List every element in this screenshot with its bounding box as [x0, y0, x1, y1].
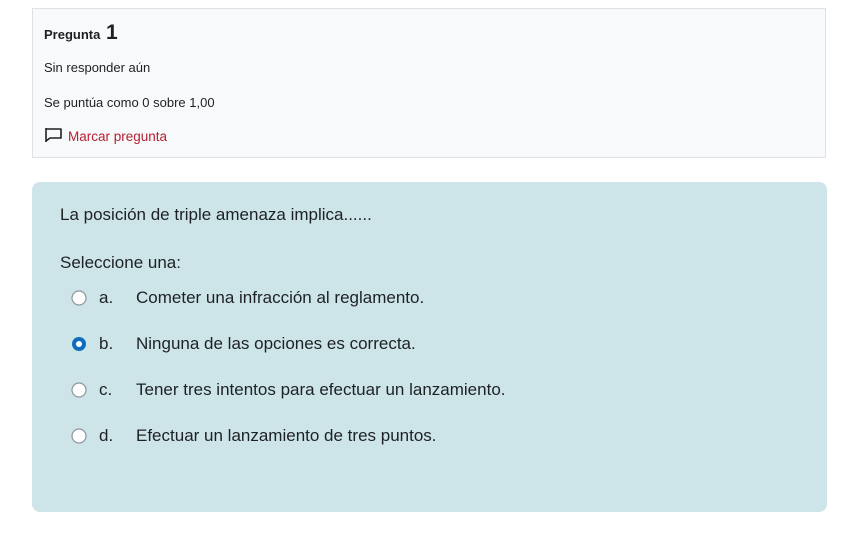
question-heading-label: Pregunta: [44, 27, 101, 42]
answer-text: Cometer una infracción al reglamento.: [136, 288, 425, 307]
question-state: Sin responder aún: [44, 60, 151, 75]
question-grade: Se puntúa como 0 sobre 1,00: [44, 95, 215, 110]
answer-letter: a.: [99, 288, 114, 307]
question-heading: Pregunta 1: [44, 21, 814, 45]
radio-button-icon[interactable]: [71, 290, 87, 306]
radio-button-icon[interactable]: [71, 336, 87, 352]
radio-button-icon[interactable]: [71, 428, 87, 444]
answer-option-b[interactable]: b. Ninguna de las opciones es correcta.: [60, 332, 799, 356]
answer-list: a. Cometer una infracción al reglamento.…: [60, 286, 799, 448]
answer-prompt: Seleccione una:: [60, 253, 181, 272]
radio-button-icon[interactable]: [71, 382, 87, 398]
question-info-panel: Pregunta 1 Sin responder aún Se puntúa c…: [32, 8, 826, 158]
answer-option-c[interactable]: c. Tener tres intentos para efectuar un …: [60, 378, 799, 402]
question-text: La posición de triple amenaza implica...…: [60, 205, 372, 224]
flag-icon: [44, 127, 68, 148]
answer-text: Ninguna de las opciones es correcta.: [136, 334, 416, 353]
answer-text: Efectuar un lanzamiento de tres puntos.: [136, 426, 437, 445]
answer-letter: b.: [99, 334, 114, 353]
answer-option-a[interactable]: a. Cometer una infracción al reglamento.: [60, 286, 799, 310]
flag-question-link[interactable]: Marcar pregunta: [44, 127, 814, 148]
answer-letter: c.: [99, 380, 113, 399]
answer-letter: d.: [99, 426, 114, 445]
flag-question-label: Marcar pregunta: [68, 129, 168, 144]
answer-text: Tener tres intentos para efectuar un lan…: [136, 380, 506, 399]
question-number: 1: [105, 21, 118, 44]
answer-option-d[interactable]: d. Efectuar un lanzamiento de tres punto…: [60, 424, 799, 448]
question-content-panel: La posición de triple amenaza implica...…: [32, 182, 827, 512]
